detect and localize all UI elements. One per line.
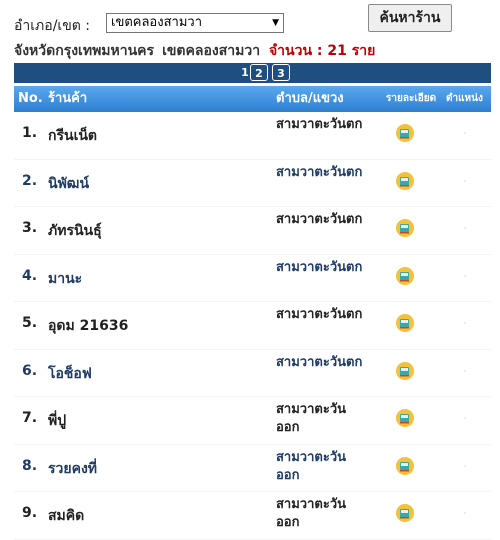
subdistrict-link[interactable]: สามวาตะวันออก bbox=[276, 401, 368, 437]
subdistrict-link[interactable]: สามวาตะวันตก bbox=[276, 306, 368, 324]
book-icon[interactable] bbox=[396, 171, 414, 190]
province-name: จังหวัดกรุงเทพมหานคร bbox=[14, 43, 155, 59]
shop-name-link[interactable]: นิพัฒน์ bbox=[48, 173, 89, 195]
map-marker-icon[interactable] bbox=[464, 274, 466, 277]
table-row: 1. กรีนเน็ต สามวาตะวันตก bbox=[14, 112, 491, 160]
shop-name-link[interactable]: สมคิด bbox=[48, 505, 84, 527]
book-icon[interactable] bbox=[396, 504, 414, 522]
count-label: จำนวน : bbox=[268, 43, 323, 59]
subdistrict-link[interactable]: สามวาตะวันออก bbox=[276, 496, 368, 532]
book-icon[interactable] bbox=[396, 124, 414, 142]
row-number: 6. bbox=[22, 362, 38, 379]
table-row: 9. สมคิด สามวาตะวันออก bbox=[14, 492, 491, 540]
shop-name-link[interactable]: โอช็อฟ bbox=[48, 363, 92, 385]
shop-name-link[interactable]: รวยคงที่ bbox=[48, 458, 97, 480]
page-2-link[interactable]: 2 bbox=[250, 64, 268, 81]
district-select-value: เขตคลองสามวา bbox=[111, 15, 202, 30]
district-name: เขตคลองสามวา bbox=[162, 43, 261, 59]
row-number: 7. bbox=[22, 410, 38, 426]
map-marker-icon[interactable] bbox=[464, 322, 466, 324]
table-row: 3. ภัทรนินธุ์ สามวาตะวันตก bbox=[14, 207, 491, 255]
row-number: 1. bbox=[22, 125, 38, 141]
page-3-link[interactable]: 3 bbox=[272, 64, 290, 81]
result-summary: จังหวัดกรุงเทพมหานคร เขตคลองสามวา จำนวน :… bbox=[14, 40, 375, 62]
map-marker-icon[interactable] bbox=[464, 227, 466, 229]
row-number: 3. bbox=[22, 220, 38, 236]
header-location: ตำแหน่ง bbox=[446, 93, 483, 104]
book-icon[interactable] bbox=[396, 314, 414, 332]
subdistrict-link[interactable]: สามวาตะวันตก bbox=[276, 259, 368, 277]
table-row: 2. นิพัฒน์ สามวาตะวันตก bbox=[14, 160, 491, 207]
search-bar: อำเภอ/เขต : เขตคลองสามวา ▼ ค้นหาร้าน bbox=[14, 4, 484, 38]
shop-name-link[interactable]: พี่ปู bbox=[48, 410, 66, 432]
book-icon[interactable] bbox=[396, 409, 414, 427]
dropdown-arrow-icon: ▼ bbox=[272, 18, 279, 28]
district-label: อำเภอ/เขต : bbox=[14, 18, 91, 34]
table-row: 5. อุดม 21636 สามวาตะวันตก bbox=[14, 302, 491, 350]
pagination: 1 2 3 bbox=[14, 63, 491, 83]
row-number: 2. bbox=[22, 172, 38, 189]
row-number: 9. bbox=[22, 505, 38, 521]
header-details: รายละเอียด bbox=[386, 93, 437, 104]
subdistrict-link[interactable]: สามวาตะวันตก bbox=[276, 116, 368, 134]
subdistrict-link[interactable]: สามวาตะวันตก bbox=[276, 211, 368, 229]
map-marker-icon[interactable] bbox=[464, 464, 466, 467]
table-header: No. ร้านค้า ตำบล/แขวง รายละเอียด ตำแหน่ง bbox=[14, 86, 491, 112]
map-marker-icon[interactable] bbox=[464, 132, 466, 134]
header-shop: ร้านค้า bbox=[48, 91, 88, 106]
subdistrict-link[interactable]: สามวาตะวันตก bbox=[276, 164, 368, 182]
header-subdistrict: ตำบล/แขวง bbox=[276, 91, 344, 106]
map-marker-icon[interactable] bbox=[464, 417, 466, 419]
row-number: 4. bbox=[22, 267, 38, 284]
subdistrict-link[interactable]: สามวาตะวันออก bbox=[276, 449, 368, 485]
book-icon[interactable] bbox=[396, 219, 414, 237]
search-shops-button[interactable]: ค้นหาร้าน bbox=[368, 4, 452, 32]
row-number: 8. bbox=[22, 457, 38, 474]
district-select[interactable]: เขตคลองสามวา ▼ bbox=[106, 13, 284, 33]
shop-name-link[interactable]: อุดม 21636 bbox=[48, 315, 128, 337]
book-icon[interactable] bbox=[396, 456, 414, 475]
shop-name-link[interactable]: มานะ bbox=[48, 268, 82, 290]
shop-table: 1. กรีนเน็ต สามวาตะวันตก 2. นิพัฒน์ สามวาตะวั… bbox=[14, 112, 491, 540]
count-value: 21 ราย bbox=[327, 43, 376, 59]
row-number: 5. bbox=[22, 315, 38, 331]
table-row: 7. พี่ปู สามวาตะวันออก bbox=[14, 397, 491, 445]
subdistrict-link[interactable]: สามวาตะวันตก bbox=[276, 354, 368, 372]
header-no: No. bbox=[18, 91, 43, 106]
shop-name-link[interactable]: ภัทรนินธุ์ bbox=[48, 220, 102, 242]
map-marker-icon[interactable] bbox=[464, 369, 466, 372]
table-row: 4. มานะ สามวาตะวันตก bbox=[14, 255, 491, 302]
table-row: 8. รวยคงที่ สามวาตะวันออก bbox=[14, 445, 491, 492]
book-icon[interactable] bbox=[396, 266, 414, 285]
book-icon[interactable] bbox=[396, 361, 414, 380]
table-row: 6. โอช็อฟ สามวาตะวันตก bbox=[14, 350, 491, 397]
map-marker-icon[interactable] bbox=[464, 512, 466, 514]
map-marker-icon[interactable] bbox=[464, 179, 466, 182]
shop-name-link[interactable]: กรีนเน็ต bbox=[48, 125, 97, 147]
